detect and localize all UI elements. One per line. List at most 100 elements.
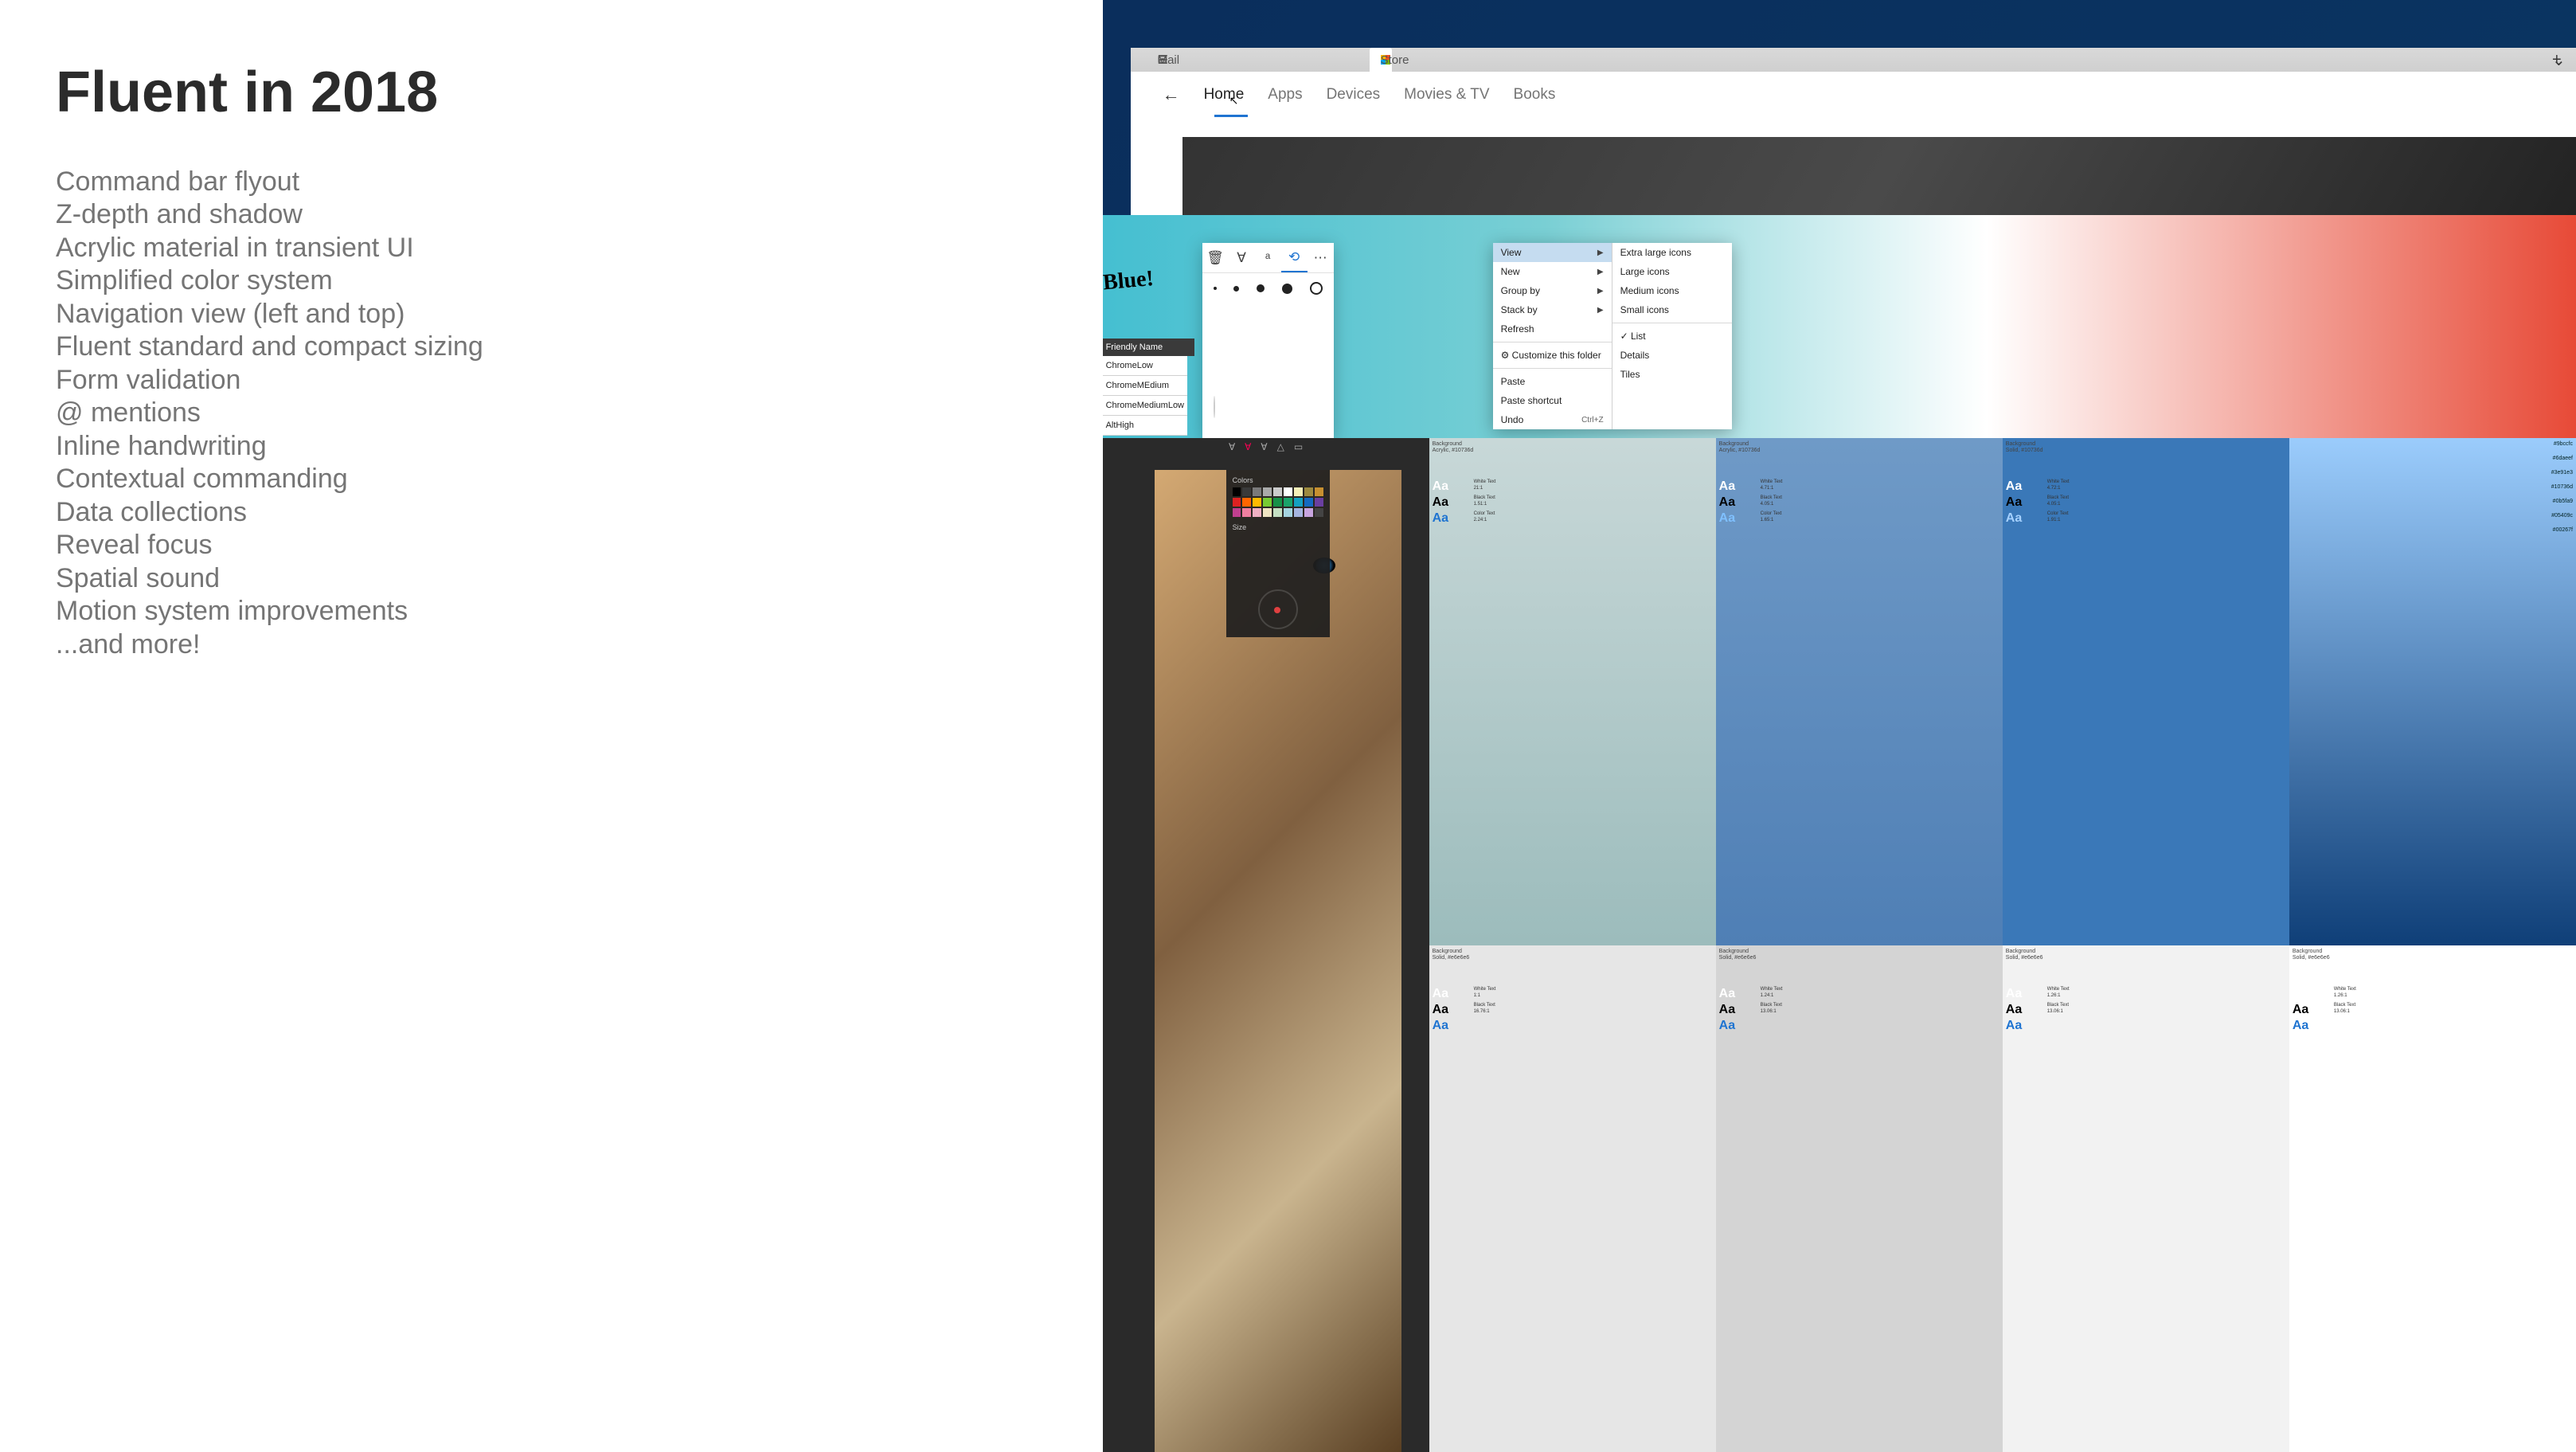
contrast-sample: Aa bbox=[1719, 987, 1735, 1001]
chevron-down-icon[interactable]: ⌄ bbox=[2552, 50, 2566, 70]
tile-meta: 2.24:1 bbox=[1474, 518, 1487, 524]
thickness-option[interactable] bbox=[1233, 286, 1239, 292]
palette-cell[interactable] bbox=[1294, 487, 1303, 496]
palette-cell[interactable] bbox=[1263, 487, 1272, 496]
palette-cell[interactable] bbox=[1253, 487, 1261, 496]
color-hex: #00267f bbox=[2553, 527, 2573, 533]
palette-cell[interactable] bbox=[1233, 487, 1241, 496]
tool-icon[interactable]: ∀ bbox=[1229, 441, 1235, 452]
menu-item[interactable]: Paste bbox=[1493, 372, 1612, 391]
palette-cell[interactable] bbox=[1242, 498, 1251, 507]
palette-cell[interactable] bbox=[1233, 498, 1241, 507]
highlight-icon[interactable]: ∀ bbox=[1229, 243, 1255, 272]
thickness-option[interactable] bbox=[1214, 287, 1217, 290]
feature-item: Command bar flyout bbox=[56, 166, 1063, 198]
palette-cell[interactable] bbox=[1253, 498, 1261, 507]
menu-item[interactable]: Group by▶ bbox=[1493, 281, 1612, 300]
menu-item[interactable]: View▶ bbox=[1493, 243, 1612, 262]
menu-item[interactable]: UndoCtrl+Z bbox=[1493, 410, 1612, 429]
tile-meta: 4.05:1 bbox=[1761, 502, 1774, 508]
palette-cell[interactable] bbox=[1263, 498, 1272, 507]
palette-cell[interactable] bbox=[1294, 508, 1303, 517]
tool-icon[interactable]: ∀ bbox=[1261, 441, 1267, 452]
table-row[interactable]: ChromeMEdium bbox=[1103, 376, 1187, 396]
size-handle[interactable] bbox=[1274, 607, 1280, 613]
tool-icon[interactable]: ▭ bbox=[1294, 441, 1303, 452]
tile-header: BackgroundAcrylic, #10736d bbox=[1433, 441, 1474, 455]
palette-cell[interactable] bbox=[1284, 508, 1292, 517]
feature-item: Motion system improvements bbox=[56, 595, 1063, 628]
thickness-row bbox=[1214, 283, 1323, 294]
menu-item[interactable]: Refresh bbox=[1493, 319, 1612, 339]
menu-item[interactable]: Extra large icons bbox=[1612, 243, 1732, 262]
menu-item[interactable]: Paste shortcut bbox=[1493, 391, 1612, 410]
new-tab-controls[interactable]: + ⌄ bbox=[2541, 48, 2563, 72]
palette-cell[interactable] bbox=[1294, 498, 1303, 507]
palette-cell[interactable] bbox=[1273, 498, 1282, 507]
palette-cell[interactable] bbox=[1304, 487, 1313, 496]
menu-item[interactable]: Stack by▶ bbox=[1493, 300, 1612, 319]
back-button[interactable]: ← bbox=[1163, 84, 1180, 105]
color-hex: #0b5fa9 bbox=[2553, 499, 2573, 504]
menu-item[interactable]: ⚙ Customize this folder bbox=[1493, 346, 1612, 365]
palette-cell[interactable] bbox=[1315, 487, 1323, 496]
thickness-option[interactable] bbox=[1257, 284, 1265, 292]
menu-item-label: Refresh bbox=[1501, 323, 1534, 335]
tile-meta: 1.26:1 bbox=[2047, 993, 2061, 1000]
size-label: Size bbox=[1233, 523, 1323, 531]
palette-cell[interactable] bbox=[1253, 508, 1261, 517]
store-window-body: ← Home Apps Devices Movies & TV Books ↖ bbox=[1131, 72, 2576, 239]
tile-meta: Black Text bbox=[1761, 495, 1782, 502]
tile-meta: 1:1 bbox=[1474, 993, 1480, 1000]
more-icon[interactable]: ⋯ bbox=[1308, 243, 1334, 272]
tab-store[interactable]: Store bbox=[1370, 48, 1392, 72]
tab-mail[interactable]: ☰ ✉ Mail bbox=[1147, 48, 1169, 72]
nav-devices[interactable]: Devices bbox=[1327, 86, 1381, 104]
thickness-option[interactable] bbox=[1310, 282, 1323, 295]
table-row[interactable]: ChromeMediumLow bbox=[1103, 396, 1187, 416]
palette-cell[interactable] bbox=[1263, 508, 1272, 517]
palette-cell[interactable] bbox=[1284, 487, 1292, 496]
tile-meta: White Text bbox=[2047, 479, 2070, 486]
store-navbar: ← Home Apps Devices Movies & TV Books bbox=[1163, 84, 1556, 105]
trash-icon[interactable]: 🗑 bbox=[1202, 243, 1229, 272]
friendly-name-table: Friendly Name ChromeLowChromeMEdiumChrom… bbox=[1103, 339, 1194, 356]
menu-item[interactable]: Tiles bbox=[1612, 365, 1732, 384]
palette-cell[interactable] bbox=[1242, 487, 1251, 496]
menu-item[interactable]: Large icons bbox=[1612, 262, 1732, 281]
palette-cell[interactable] bbox=[1315, 508, 1323, 517]
table-row[interactable]: ChromeLow bbox=[1103, 356, 1187, 376]
contrast-sample: Aa bbox=[1719, 1003, 1735, 1017]
palette-cell[interactable] bbox=[1242, 508, 1251, 517]
nav-books[interactable]: Books bbox=[1514, 86, 1556, 104]
tile-meta: Black Text bbox=[1474, 495, 1495, 502]
contrast-sample: Aa bbox=[1433, 479, 1448, 494]
palette-cell[interactable] bbox=[1233, 508, 1241, 517]
menu-item[interactable]: ✓ List bbox=[1612, 327, 1732, 346]
palette-cell[interactable] bbox=[1284, 498, 1292, 507]
colors-panel: Colors Size bbox=[1226, 470, 1330, 637]
table-row[interactable]: AltHigh bbox=[1103, 416, 1187, 436]
menu-item[interactable]: Medium icons bbox=[1612, 281, 1732, 300]
contrast-sample: Aa bbox=[1719, 1019, 1735, 1033]
text-format-icon[interactable]: ᵃ bbox=[1255, 243, 1281, 272]
tool-icon[interactable]: ∀ bbox=[1245, 441, 1251, 452]
palette-cell[interactable] bbox=[1273, 508, 1282, 517]
nav-movies[interactable]: Movies & TV bbox=[1404, 86, 1489, 104]
thickness-option[interactable] bbox=[1282, 284, 1292, 294]
design-tile: BackgroundSolid, #e6e6e6AaAaAaWhite Text… bbox=[2003, 945, 2289, 1452]
menu-item[interactable]: Details bbox=[1612, 346, 1732, 365]
menu-item[interactable]: Small icons bbox=[1612, 300, 1732, 319]
palette-cell[interactable] bbox=[1273, 487, 1282, 496]
color-swatch[interactable] bbox=[1214, 396, 1215, 418]
menu-item[interactable]: New▶ bbox=[1493, 262, 1612, 281]
tile-meta: Color Text bbox=[1761, 511, 1782, 518]
palette-cell[interactable] bbox=[1304, 498, 1313, 507]
tool-icon[interactable]: △ bbox=[1277, 441, 1284, 452]
feature-item: Data collections bbox=[56, 496, 1063, 529]
palette-cell[interactable] bbox=[1315, 498, 1323, 507]
nav-apps[interactable]: Apps bbox=[1268, 86, 1302, 104]
transform-icon[interactable]: ⟲ bbox=[1281, 243, 1308, 272]
palette-cell[interactable] bbox=[1304, 508, 1313, 517]
feature-item: Simplified color system bbox=[56, 264, 1063, 297]
